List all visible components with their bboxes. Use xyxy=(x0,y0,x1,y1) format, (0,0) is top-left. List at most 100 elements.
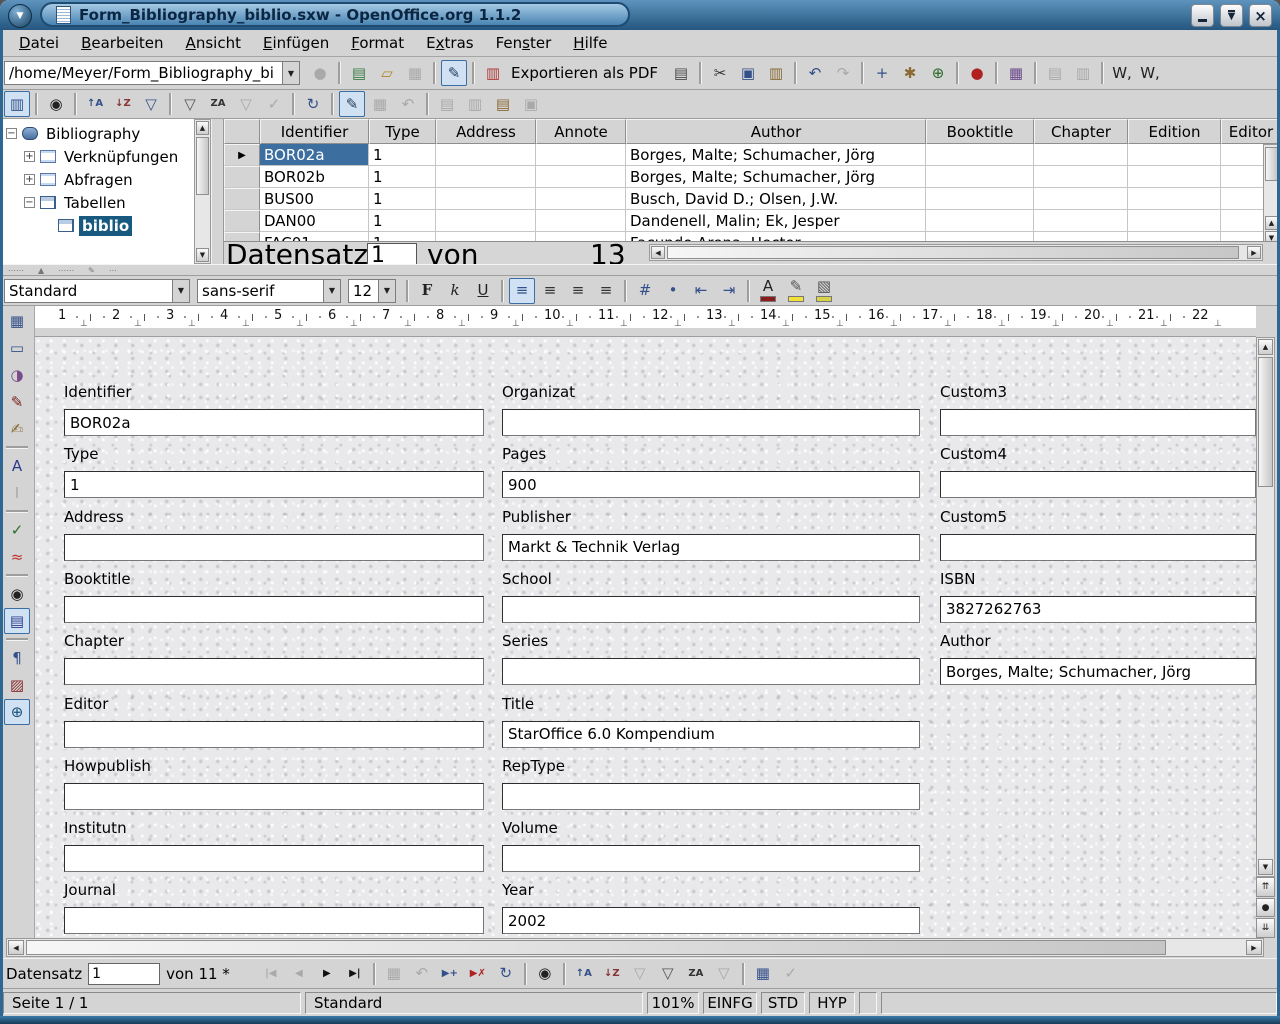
column-header-annote[interactable]: Annote xyxy=(536,119,626,144)
numbering-on-off-icon[interactable]: # xyxy=(632,278,658,304)
window-menu-button[interactable]: ▼ xyxy=(8,4,32,28)
menu-hilfe[interactable]: Hilfe xyxy=(562,32,618,54)
previous-page-icon[interactable]: ⇈ xyxy=(1256,877,1275,897)
copy-icon[interactable]: ▣ xyxy=(735,60,761,86)
status-hyperlink-mode[interactable]: HYP xyxy=(809,992,855,1014)
undo-icon[interactable]: ↶ xyxy=(802,60,828,86)
record-macro-icon[interactable]: ● xyxy=(964,60,990,86)
tab-stop-icon[interactable]: ⊥ xyxy=(404,319,412,329)
underline-icon[interactable]: U xyxy=(470,278,496,304)
auto-spellcheck-icon[interactable]: ≈ xyxy=(4,544,30,570)
form-functions-icon[interactable]: ✍ xyxy=(4,416,30,442)
sort-ascending-icon[interactable]: ↑A xyxy=(82,91,108,117)
scroll-right-icon[interactable]: ▶ xyxy=(1247,246,1261,259)
delete-record-icon[interactable]: ▶✗ xyxy=(465,961,491,987)
vertical-scrollbar[interactable]: ▲ ▼ xyxy=(1256,337,1275,877)
tab-stop-icon[interactable]: ⊥ xyxy=(782,319,790,329)
grid-cell[interactable] xyxy=(436,144,536,166)
splitter-collapse-icon[interactable]: ▲ xyxy=(38,266,44,275)
tab-stop-icon[interactable]: ⊥ xyxy=(350,319,358,329)
grid-cell[interactable]: DAN00 xyxy=(260,210,369,232)
menu-ansicht[interactable]: Ansicht xyxy=(175,32,252,54)
menu-bearbeiten[interactable]: Bearbeiten xyxy=(70,32,174,54)
grid-cell[interactable] xyxy=(1128,166,1221,188)
row-header[interactable] xyxy=(224,210,260,232)
grid-cell[interactable]: 1 xyxy=(369,144,436,166)
column-header-chapter[interactable]: Chapter xyxy=(1034,119,1128,144)
scroll-down-icon[interactable]: ▼ xyxy=(196,248,209,262)
scrollbar-thumb[interactable] xyxy=(26,940,1166,955)
tab-stop-icon[interactable]: ⊥ xyxy=(836,319,844,329)
chapter-field[interactable] xyxy=(64,658,484,685)
export-pdf-icon[interactable]: ▥ xyxy=(480,60,506,86)
organizat-field[interactable] xyxy=(502,409,920,436)
custom5-field[interactable] xyxy=(940,534,1256,561)
bullets-on-off-icon[interactable]: • xyxy=(660,278,686,304)
menu-datei[interactable]: Datei xyxy=(8,32,70,54)
howpublish-field[interactable] xyxy=(64,783,484,810)
default-filter-icon[interactable]: ▽ xyxy=(177,91,203,117)
grid-cell[interactable]: 1 xyxy=(369,188,436,210)
scroll-up-icon[interactable]: ▲ xyxy=(1265,216,1278,230)
tab-stop-icon[interactable]: ⊥ xyxy=(458,319,466,329)
scroll-up-icon[interactable]: ▲ xyxy=(1258,339,1273,355)
decrease-indent-icon[interactable]: ⇤ xyxy=(688,278,714,304)
writer-tool-1-icon[interactable]: W, xyxy=(1109,60,1135,86)
tree-item-verkn-pfungen[interactable]: +Verknüpfungen xyxy=(0,145,194,168)
author-field[interactable]: Borges, Malte; Schumacher, Jörg xyxy=(940,658,1256,685)
tab-stop-icon[interactable]: ⊥ xyxy=(1106,319,1114,329)
url-box-dropdown-icon[interactable]: ▼ xyxy=(282,62,299,84)
grid-cell[interactable] xyxy=(926,166,1034,188)
volume-field[interactable] xyxy=(502,845,920,872)
explorer-splitter[interactable] xyxy=(211,119,224,264)
close-button[interactable]: × xyxy=(1249,4,1272,27)
tab-stop-icon[interactable]: ⊥ xyxy=(998,319,1006,329)
grid-horizontal-scrollbar[interactable]: ◀ ▶ xyxy=(649,244,1263,261)
font-size-input[interactable] xyxy=(349,280,378,302)
open-document-icon[interactable]: ▱ xyxy=(374,60,400,86)
grid-cell[interactable]: 1 xyxy=(369,166,436,188)
new-document-icon[interactable]: ▤ xyxy=(346,60,372,86)
menu-format[interactable]: Format xyxy=(340,32,415,54)
scrollbar-thumb[interactable] xyxy=(196,137,209,195)
column-header-address[interactable]: Address xyxy=(436,119,536,144)
scroll-left-icon[interactable]: ◀ xyxy=(8,940,24,955)
grid-cell[interactable]: BOR02b xyxy=(260,166,369,188)
graphics-on-off-icon[interactable]: ▨ xyxy=(4,672,30,698)
grid-cell[interactable] xyxy=(436,188,536,210)
tab-stop-icon[interactable]: ⊥ xyxy=(566,319,574,329)
data-source-as-table-icon[interactable]: ▦ xyxy=(750,961,776,987)
custom4-field[interactable] xyxy=(940,471,1256,498)
address-field[interactable] xyxy=(64,534,484,561)
tab-stop-icon[interactable]: ⊥ xyxy=(188,319,196,329)
tab-stop-icon[interactable]: ⊥ xyxy=(1214,319,1222,329)
tab-stop-icon[interactable]: ⊥ xyxy=(728,319,736,329)
scroll-left-icon[interactable]: ◀ xyxy=(651,246,665,259)
isbn-field[interactable]: 3827262763 xyxy=(940,596,1256,623)
scrollbar-thumb[interactable] xyxy=(667,246,1239,259)
hyperlink-document-icon[interactable]: ⊕ xyxy=(925,60,951,86)
justify-icon[interactable]: ≡ xyxy=(593,278,619,304)
column-header-type[interactable]: Type xyxy=(369,119,436,144)
status-zoom[interactable]: 101% xyxy=(647,992,699,1014)
institutn-field[interactable] xyxy=(64,845,484,872)
grid-cell[interactable] xyxy=(1034,210,1128,232)
expand-icon[interactable]: + xyxy=(24,174,35,185)
sort-descending-icon[interactable]: ↓Z xyxy=(110,91,136,117)
align-center-icon[interactable]: ≡ xyxy=(537,278,563,304)
tree-item-biblio[interactable]: biblio xyxy=(0,214,194,237)
collapse-icon[interactable]: − xyxy=(6,128,17,139)
grid-cell[interactable] xyxy=(436,210,536,232)
writer-tool-2-icon[interactable]: W, xyxy=(1137,60,1163,86)
grid-cell[interactable] xyxy=(926,188,1034,210)
editor-field[interactable] xyxy=(64,721,484,748)
grid-cell[interactable]: Busch, David D.; Olsen, J.W. xyxy=(626,188,926,210)
new-record-icon[interactable]: ▶+ xyxy=(437,961,463,987)
find-replace-icon[interactable]: ◉ xyxy=(4,581,30,607)
align-right-icon[interactable]: ≡ xyxy=(565,278,591,304)
next-page-icon[interactable]: ⇊ xyxy=(1256,918,1275,938)
insert-object-icon[interactable]: ◑ xyxy=(4,362,30,388)
tree-item-abfragen[interactable]: +Abfragen xyxy=(0,168,194,191)
spellcheck-icon[interactable]: ✓ xyxy=(4,517,30,543)
status-selection-mode[interactable]: STD xyxy=(761,992,805,1014)
